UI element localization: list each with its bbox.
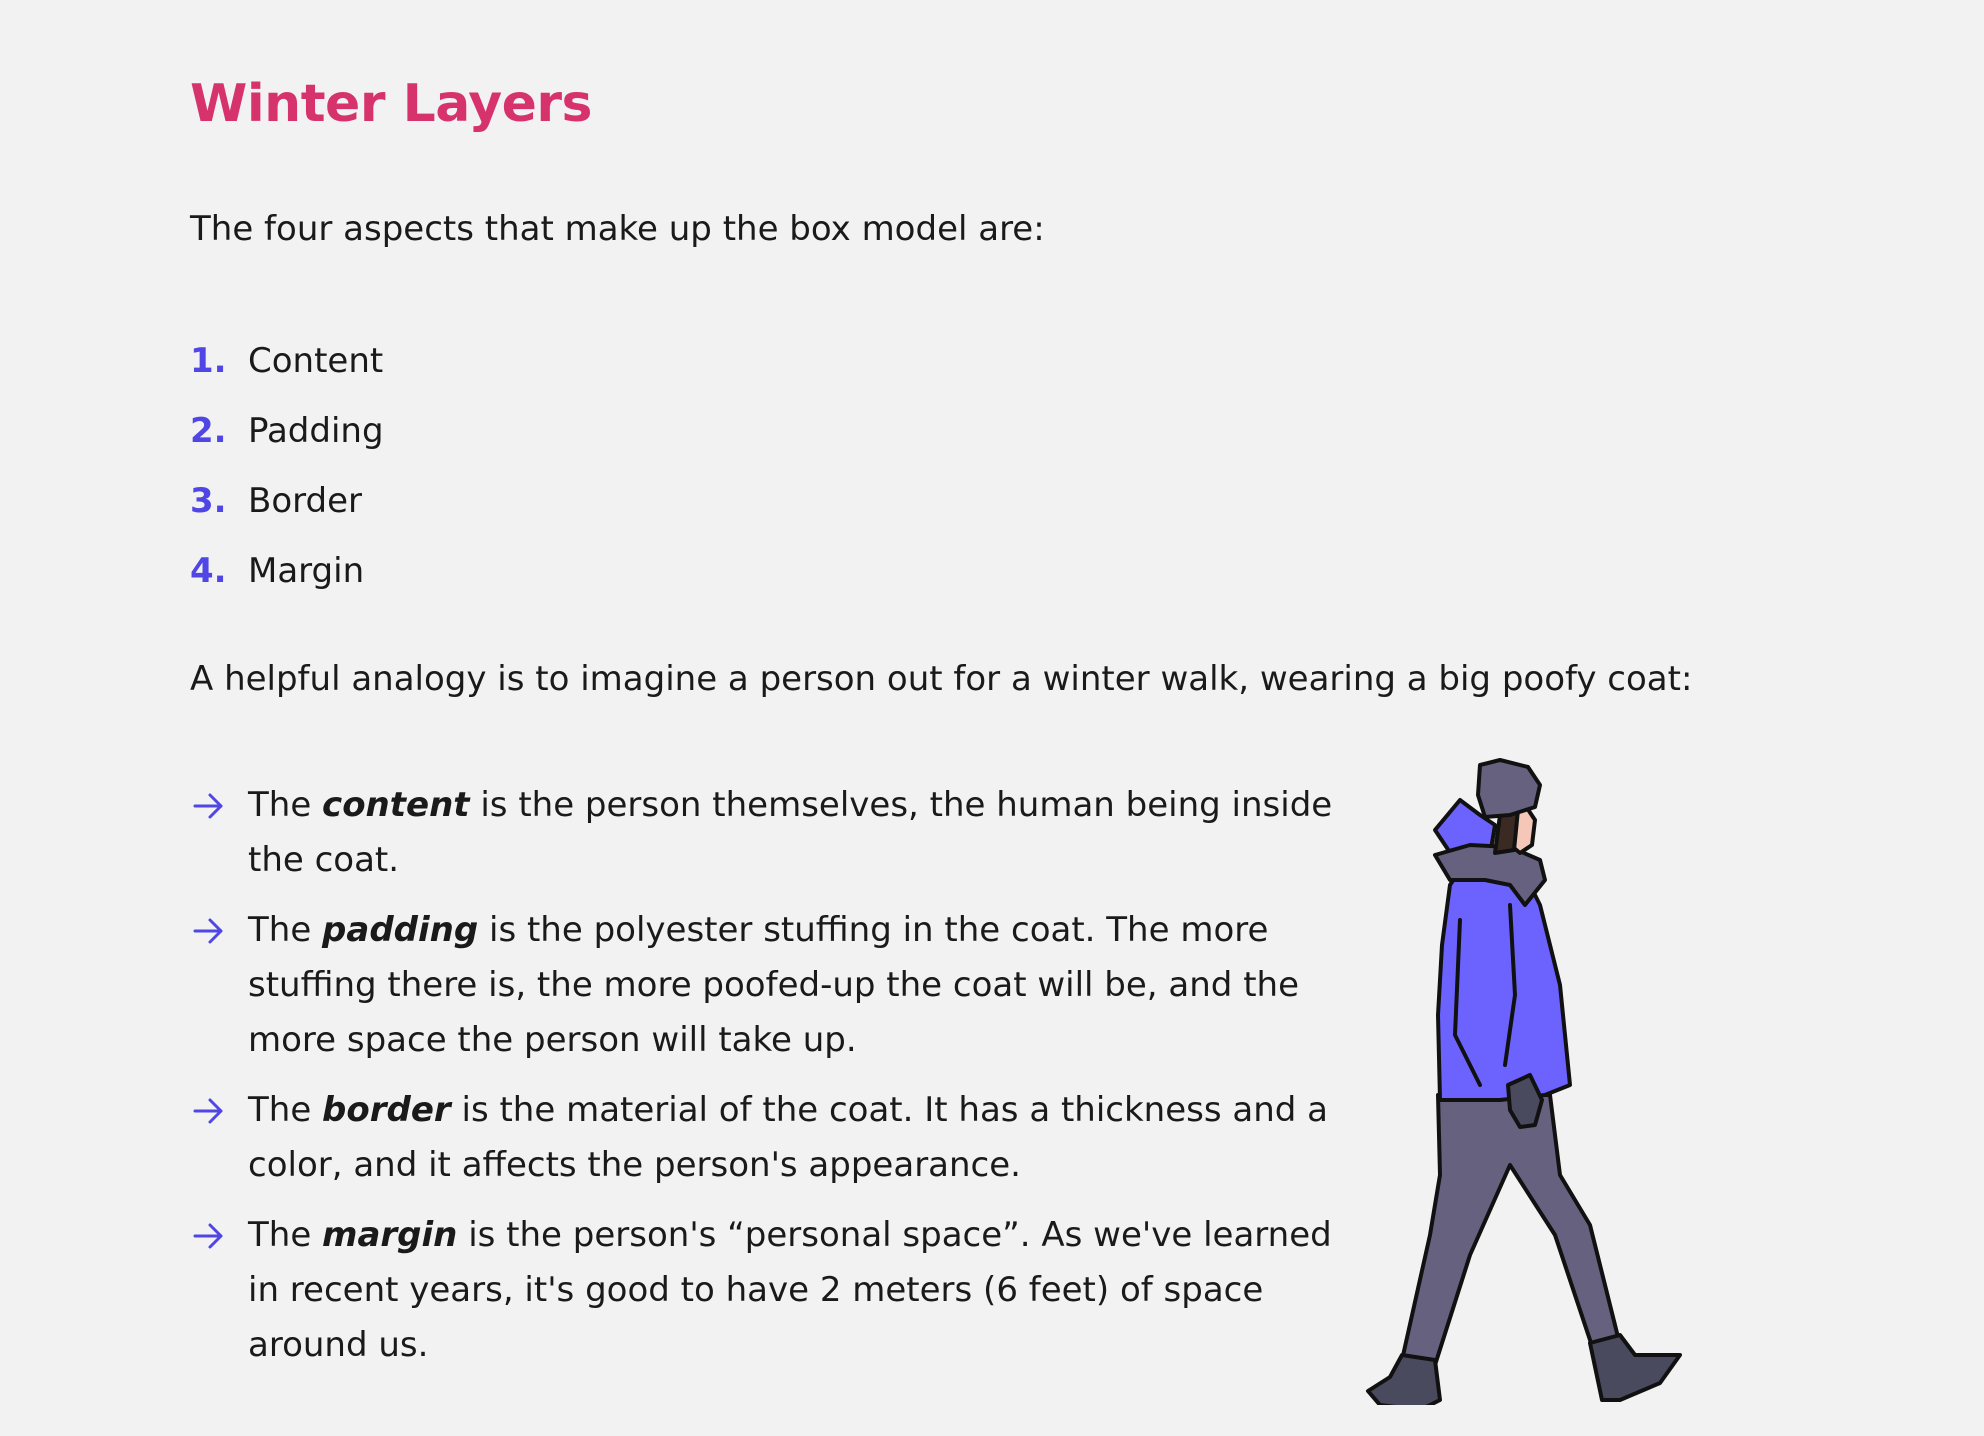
list-label: Padding: [248, 411, 384, 451]
walking-person-illustration: [1366, 758, 1682, 1405]
item-prefix: The: [248, 1090, 323, 1130]
analogy-list: The content is the person themselves, th…: [190, 778, 1340, 1388]
term-padding: padding: [322, 910, 479, 950]
arrow-right-icon: [193, 918, 223, 944]
list-label: Content: [248, 341, 384, 381]
item-prefix: The: [248, 785, 323, 825]
list-number: 2.: [190, 411, 227, 451]
list-item: The border is the material of the coat. …: [190, 1083, 1340, 1193]
list-label: Margin: [248, 551, 365, 591]
list-item: 1. Content: [190, 326, 384, 396]
item-prefix: The: [248, 1215, 323, 1255]
list-item: The margin is the person's “personal spa…: [190, 1208, 1340, 1373]
list-number: 3.: [190, 481, 227, 521]
list-item: 4. Margin: [190, 536, 384, 606]
list-item: The content is the person themselves, th…: [190, 778, 1340, 888]
arrow-right-icon: [193, 1223, 223, 1249]
list-item: 3. Border: [190, 466, 384, 536]
arrow-right-icon: [193, 1098, 223, 1124]
term-content: content: [322, 785, 470, 825]
box-model-aspects-list: 1. Content 2. Padding 3. Border 4. Margi…: [190, 326, 384, 606]
list-item: The padding is the polyester stuffing in…: [190, 903, 1340, 1068]
term-margin: margin: [322, 1215, 458, 1255]
term-border: border: [322, 1090, 451, 1130]
list-number: 4.: [190, 551, 227, 591]
list-label: Border: [248, 481, 362, 521]
arrow-right-icon: [193, 793, 223, 819]
page-title: Winter Layers: [190, 74, 592, 134]
intro-text: The four aspects that make up the box mo…: [190, 209, 1045, 249]
list-item: 2. Padding: [190, 396, 384, 466]
item-prefix: The: [248, 910, 323, 950]
list-number: 1.: [190, 341, 227, 381]
analogy-text: A helpful analogy is to imagine a person…: [190, 659, 1693, 699]
